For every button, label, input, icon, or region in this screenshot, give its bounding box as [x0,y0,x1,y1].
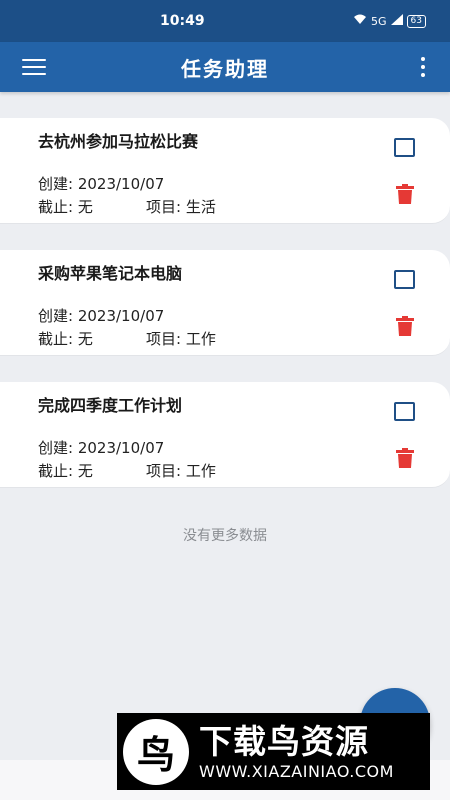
menu-icon[interactable] [22,59,46,75]
watermark-url: WWW.XIAZAINIAO.COM [199,761,394,781]
task-complete-checkbox[interactable] [394,138,415,157]
task-list: 去杭州参加马拉松比赛 创建: 2023/10/07 截止: 无 项目: 生活 采… [0,118,450,514]
page-title: 任务助理 [181,56,269,81]
task-created: 创建: 2023/10/07 [38,175,165,193]
task-due: 截止: 无 [38,198,93,216]
task-card[interactable]: 完成四季度工作计划 创建: 2023/10/07 截止: 无 项目: 工作 [0,382,450,488]
more-options-icon[interactable] [420,57,426,77]
task-project: 项目: 工作 [146,330,216,348]
task-meta: 截止: 无 项目: 工作 [38,328,216,349]
task-due: 截止: 无 [38,330,93,348]
task-meta: 截止: 无 项目: 生活 [38,196,216,217]
task-complete-checkbox[interactable] [394,270,415,289]
list-end-text: 没有更多数据 [183,528,267,544]
task-card[interactable]: 采购苹果笔记本电脑 创建: 2023/10/07 截止: 无 项目: 工作 [0,250,450,356]
watermark-title: 下载鸟资源 [199,721,369,761]
status-bar: 10:49 5G 63 [0,0,450,42]
battery-icon: 63 [406,14,426,28]
watermark-text: 下载鸟资源 WWW.XIAZAINIAO.COM [199,722,394,782]
wifi-icon [353,14,367,28]
task-name: 完成四季度工作计划 [38,396,183,415]
task-project: 项目: 工作 [146,462,216,480]
watermark: 鸟 下载鸟资源 WWW.XIAZAINIAO.COM [117,713,430,790]
status-icons: 5G 63 [353,14,426,28]
status-network: 5G [371,14,387,28]
task-due: 截止: 无 [38,462,93,480]
task-name: 去杭州参加马拉松比赛 [38,132,199,151]
task-created: 创建: 2023/10/07 [38,439,165,457]
task-card[interactable]: 去杭州参加马拉松比赛 创建: 2023/10/07 截止: 无 项目: 生活 [0,118,450,224]
task-created: 创建: 2023/10/07 [38,307,165,325]
task-name: 采购苹果笔记本电脑 [38,264,183,283]
status-time: 10:49 [160,13,205,29]
trash-icon[interactable] [396,184,414,204]
trash-icon[interactable] [396,316,414,336]
app-bar: 任务助理 [0,42,450,92]
signal-icon [390,14,403,28]
task-project: 项目: 生活 [146,198,216,216]
task-complete-checkbox[interactable] [394,402,415,421]
watermark-logo: 鸟 [123,718,189,785]
task-meta: 截止: 无 项目: 工作 [38,460,216,481]
trash-icon[interactable] [396,448,414,468]
